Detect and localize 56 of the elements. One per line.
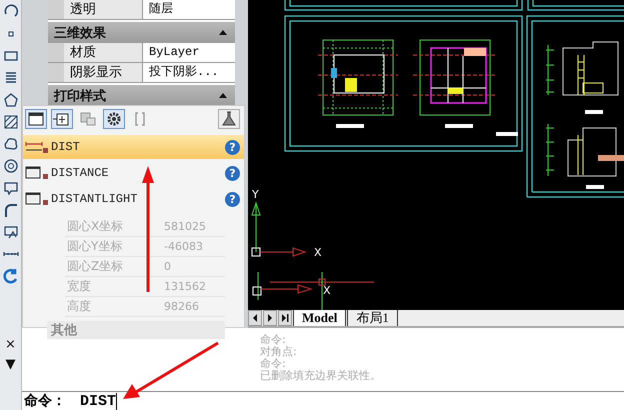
axis-label: Y xyxy=(252,188,259,201)
axis-label: X xyxy=(323,284,331,297)
layout-tab[interactable]: 布局1 xyxy=(347,310,398,326)
property-value: 131562 xyxy=(163,279,207,295)
layout-tab[interactable]: Model xyxy=(293,310,346,326)
property-value: 581025 xyxy=(163,219,207,235)
property-value: -46083 xyxy=(163,239,204,255)
command-history-line: 命令: xyxy=(260,334,286,346)
fillet-icon[interactable] xyxy=(2,202,18,218)
first-page-icon[interactable] xyxy=(248,310,262,326)
command-suggestion[interactable]: DIST ? xyxy=(23,135,244,159)
property-label: 圆心Y坐标 xyxy=(66,238,124,255)
section-header: 其他 xyxy=(47,321,225,339)
command-input[interactable]: DIST xyxy=(80,392,118,410)
property-value[interactable]: 随层 xyxy=(143,0,235,19)
collapse-icon xyxy=(219,30,227,35)
ucs-icon xyxy=(251,201,307,257)
help-icon[interactable]: ? xyxy=(225,140,240,154)
settings-icon[interactable] xyxy=(103,109,125,129)
collapse-icon xyxy=(219,93,227,98)
help-icon[interactable]: ? xyxy=(225,166,240,180)
property-value[interactable]: 投下阴影... xyxy=(143,63,235,82)
window-icon xyxy=(25,192,49,206)
section-header[interactable]: 打印样式 xyxy=(48,85,235,106)
command-suggestion[interactable]: DISTANTLIGHT ? xyxy=(23,187,244,211)
property-label: 宽度 xyxy=(66,278,92,295)
property-value[interactable]: ByLayer xyxy=(143,43,235,62)
command-window-button[interactable]: ▼ xyxy=(6,358,16,372)
property-label: 透明 xyxy=(48,0,143,19)
last-page-icon[interactable] xyxy=(278,310,292,326)
command-history-line: 已删除填充边界关联性。 xyxy=(260,370,382,382)
command-history-line: 命令: xyxy=(260,358,287,370)
cloud-icon[interactable] xyxy=(2,136,18,152)
property-label: 阴影显示 xyxy=(48,63,143,82)
property-value: 0 xyxy=(163,259,172,275)
command-history-line: 对角点: xyxy=(260,346,298,358)
property-label: 材质 xyxy=(48,43,143,62)
distance-icon xyxy=(25,140,49,154)
command-prompt: 命令： xyxy=(24,392,66,410)
insert-icon[interactable] xyxy=(51,109,73,129)
next-page-icon[interactable] xyxy=(263,310,277,326)
window-icon xyxy=(25,166,49,180)
property-label: 圆心Z坐标 xyxy=(66,258,124,275)
hatch-icon[interactable] xyxy=(2,114,18,130)
flask-icon[interactable] xyxy=(218,109,240,129)
window-icon[interactable] xyxy=(25,109,47,129)
donut-icon[interactable] xyxy=(2,158,18,174)
property-value: 98266 xyxy=(163,299,200,315)
property-label: 高度 xyxy=(66,298,92,315)
help-icon[interactable]: ? xyxy=(225,192,240,206)
property-label: 圆心X坐标 xyxy=(66,218,124,235)
polygon-icon[interactable] xyxy=(2,92,18,108)
section-header[interactable]: 三维效果 xyxy=(48,22,235,43)
ucs-icon xyxy=(252,272,313,300)
axis-label: X xyxy=(314,246,322,259)
command-window-button[interactable]: × xyxy=(5,338,16,352)
